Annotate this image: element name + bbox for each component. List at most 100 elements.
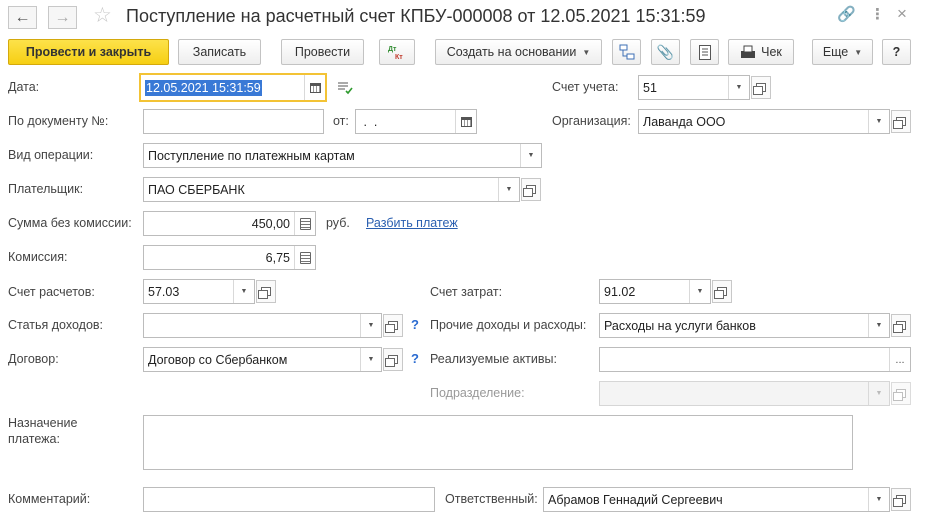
contract-open-button[interactable] — [383, 348, 403, 371]
report-button[interactable] — [690, 39, 719, 65]
payer-open-button[interactable] — [521, 178, 541, 201]
more-button[interactable]: Еще ▼ — [812, 39, 873, 65]
operation-type-value: Поступление по платежным картам — [148, 148, 355, 163]
post-button[interactable]: Провести — [281, 39, 364, 65]
operation-type-dropdown-button[interactable]: ▼ — [520, 144, 541, 167]
income-item-field[interactable]: ▼ — [143, 313, 382, 338]
chevron-down-icon: ▼ — [240, 288, 248, 295]
dt-kt-icon: Дт Кт — [388, 46, 403, 61]
commission-field[interactable]: 6,75 — [143, 245, 316, 270]
income-item-value — [144, 314, 360, 337]
open-form-icon — [893, 389, 906, 401]
arrow-right-icon: → — [54, 8, 71, 26]
contract-help-icon[interactable]: ? — [411, 351, 419, 366]
division-value — [600, 382, 868, 405]
responsible-dropdown-button[interactable]: ▼ — [868, 488, 889, 511]
payer-value: ПАО СБЕРБАНК — [148, 182, 245, 197]
open-form-icon — [714, 287, 727, 299]
income-item-help-icon[interactable]: ? — [411, 317, 419, 332]
payer-label: Плательщик: — [8, 182, 84, 196]
calendar-button[interactable] — [304, 75, 325, 100]
account-label: Счет учета: — [552, 80, 619, 94]
sold-assets-select-button[interactable]: ... — [889, 348, 910, 371]
help-button[interactable]: ? — [882, 39, 911, 65]
open-form-icon — [385, 321, 398, 333]
from-calendar-button[interactable] — [455, 110, 476, 133]
open-form-icon — [385, 355, 398, 367]
amount-calculator-button[interactable] — [294, 212, 315, 235]
cost-account-label: Счет затрат: — [430, 285, 503, 299]
amount-field[interactable]: 450,00 — [143, 211, 316, 236]
contract-field[interactable]: Договор со Сбербанком ▼ — [143, 347, 382, 372]
organization-dropdown-button[interactable]: ▼ — [868, 110, 889, 133]
dt-kt-button[interactable]: Дт Кт — [379, 39, 415, 65]
payer-dropdown-button[interactable]: ▼ — [498, 178, 519, 201]
create-based-on-label: Создать на основании — [446, 45, 577, 59]
close-icon[interactable]: × — [897, 5, 907, 22]
income-item-open-button[interactable] — [383, 314, 403, 337]
from-date-field[interactable]: . . — [355, 109, 477, 134]
chevron-down-icon: ▼ — [875, 322, 883, 329]
responsible-field[interactable]: Абрамов Геннадий Сергеевич ▼ — [543, 487, 890, 512]
post-and-close-button[interactable]: Провести и закрыть — [8, 39, 169, 65]
account-value: 51 — [643, 80, 657, 95]
organization-open-button[interactable] — [891, 110, 911, 133]
chevron-down-icon: ▼ — [527, 152, 535, 159]
open-form-icon — [893, 321, 906, 333]
structure-button[interactable] — [612, 39, 641, 65]
calculator-icon — [299, 251, 311, 264]
date-value: 12.05.2021 15:31:59 — [145, 79, 262, 96]
comment-field[interactable] — [143, 487, 435, 512]
payer-field[interactable]: ПАО СБЕРБАНК ▼ — [143, 177, 520, 202]
vertical-dots-icon[interactable]: ⋮ — [870, 7, 885, 22]
history-icon[interactable] — [337, 81, 353, 95]
open-form-icon — [753, 83, 766, 95]
account-dropdown-button[interactable]: ▼ — [728, 76, 749, 99]
settlement-account-open-button[interactable] — [256, 280, 276, 303]
cost-account-value: 91.02 — [604, 284, 636, 299]
ellipsis-icon: ... — [895, 353, 905, 366]
back-button[interactable]: ← — [8, 6, 37, 29]
cost-account-dropdown-button[interactable]: ▼ — [689, 280, 710, 303]
cost-account-field[interactable]: 91.02 ▼ — [599, 279, 711, 304]
sold-assets-field[interactable]: ... — [599, 347, 911, 372]
responsible-open-button[interactable] — [891, 488, 911, 511]
receipt-button[interactable]: Чек — [728, 39, 794, 65]
commission-label: Комиссия: — [8, 250, 68, 264]
other-income-field[interactable]: Расходы на услуги банков ▼ — [599, 313, 890, 338]
chevron-down-icon: ▼ — [367, 322, 375, 329]
date-field[interactable]: 12.05.2021 15:31:59 — [139, 73, 327, 102]
settlement-account-dropdown-button[interactable]: ▼ — [233, 280, 254, 303]
operation-type-field[interactable]: Поступление по платежным картам ▼ — [143, 143, 542, 168]
page-title: Поступление на расчетный счет КПБУ-00000… — [126, 6, 706, 26]
payment-purpose-textarea[interactable] — [143, 415, 853, 470]
save-label: Записать — [192, 45, 247, 59]
split-payment-link[interactable]: Разбить платеж — [366, 216, 458, 230]
other-income-open-button[interactable] — [891, 314, 911, 337]
attach-button[interactable]: 📎 — [651, 39, 680, 65]
post-and-close-label: Провести и закрыть — [25, 45, 152, 59]
division-field: ▼ — [599, 381, 890, 406]
commission-calculator-button[interactable] — [294, 246, 315, 269]
cost-account-open-button[interactable] — [712, 280, 732, 303]
income-item-dropdown-button[interactable]: ▼ — [360, 314, 381, 337]
responsible-label: Ответственный: — [445, 492, 538, 506]
forward-button[interactable]: → — [48, 6, 77, 29]
other-income-dropdown-button[interactable]: ▼ — [868, 314, 889, 337]
create-based-on-button[interactable]: Создать на основании ▼ — [435, 39, 602, 65]
link-icon[interactable]: 🔗 — [837, 7, 856, 22]
star-icon[interactable]: ☆ — [93, 5, 112, 26]
document-list-icon — [698, 44, 711, 60]
account-open-button[interactable] — [751, 76, 771, 99]
other-income-value: Расходы на услуги банков — [604, 318, 756, 333]
contract-dropdown-button[interactable]: ▼ — [360, 348, 381, 371]
arrow-left-icon: ← — [14, 8, 31, 26]
account-field[interactable]: 51 ▼ — [638, 75, 750, 100]
doc-number-field[interactable] — [143, 109, 324, 134]
settlement-account-field[interactable]: 57.03 ▼ — [143, 279, 255, 304]
calendar-icon — [309, 82, 321, 93]
division-dropdown-button: ▼ — [868, 382, 889, 405]
save-button[interactable]: Записать — [178, 39, 261, 65]
chevron-down-icon: ▼ — [875, 390, 883, 397]
organization-field[interactable]: Лаванда ООО ▼ — [638, 109, 890, 134]
